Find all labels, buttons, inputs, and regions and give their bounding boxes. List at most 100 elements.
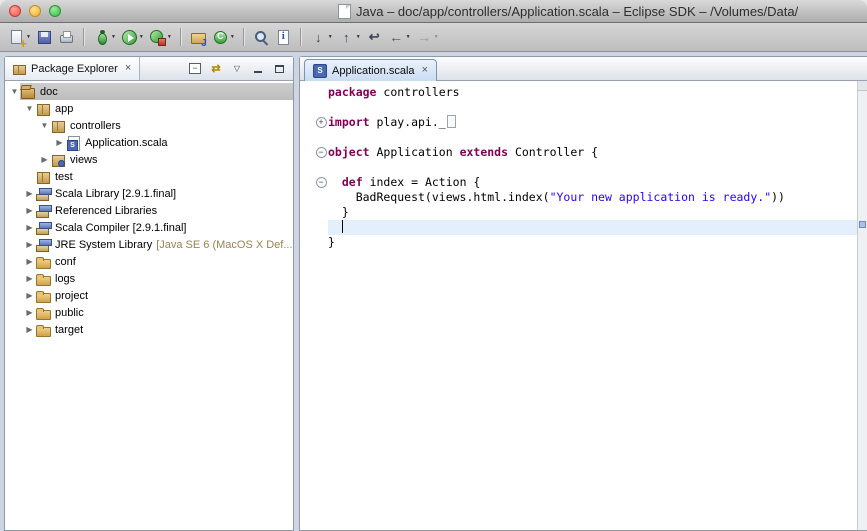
expand-arrow-icon[interactable]: ▶: [24, 240, 35, 249]
tree-item-content: doc: [20, 83, 293, 100]
close-view-icon[interactable]: ×: [125, 63, 131, 74]
back-button[interactable]: ▼: [386, 26, 413, 48]
fold-expand-icon[interactable]: +: [316, 117, 327, 128]
tree-item-test[interactable]: test: [5, 168, 293, 185]
collapse-arrow-icon[interactable]: ▼: [9, 87, 20, 96]
code-line[interactable]: object Application extends Controller {: [328, 145, 857, 160]
tree-item-project[interactable]: ▶project: [5, 287, 293, 304]
dropdown-arrow-icon[interactable]: ▼: [356, 34, 361, 40]
expand-arrow-icon[interactable]: ▶: [24, 291, 35, 300]
maximize-button[interactable]: [272, 62, 286, 76]
tree-item-jre-system-library[interactable]: ▶JRE System Library [Java SE 6 (MacOS X …: [5, 236, 293, 253]
back-icon: [388, 29, 405, 46]
dropdown-arrow-icon[interactable]: ▼: [111, 34, 116, 40]
close-tab-icon[interactable]: ×: [422, 65, 428, 76]
titlebar[interactable]: Java – doc/app/controllers/Application.s…: [0, 0, 867, 23]
expand-arrow-icon[interactable]: ▶: [24, 257, 35, 266]
code-line[interactable]: import play.api._: [328, 115, 857, 130]
views-icon: [50, 152, 66, 168]
info-button[interactable]: [273, 26, 294, 48]
last-edit-location-button[interactable]: [364, 26, 385, 48]
tree-item-controllers[interactable]: ▼controllers: [5, 117, 293, 134]
dropdown-arrow-icon[interactable]: ▼: [434, 34, 439, 40]
code-line[interactable]: package controllers: [328, 85, 857, 100]
expand-arrow-icon[interactable]: ▶: [24, 274, 35, 283]
expand-arrow-icon[interactable]: ▶: [54, 138, 65, 147]
annotation-ruler[interactable]: [300, 81, 314, 530]
last-edit-location-icon: [366, 29, 383, 46]
collapse-all-button[interactable]: [188, 62, 202, 76]
dropdown-arrow-icon[interactable]: ▼: [167, 34, 172, 40]
code-token: play.api._: [370, 115, 446, 129]
tree-item-content: public: [35, 304, 293, 321]
dropdown-arrow-icon[interactable]: ▼: [328, 34, 333, 40]
new-java-class-button[interactable]: ▼: [210, 26, 237, 48]
expand-arrow-icon[interactable]: ▶: [39, 155, 50, 164]
tree-item-logs[interactable]: ▶logs: [5, 270, 293, 287]
expand-arrow-icon[interactable]: ▶: [24, 223, 35, 232]
tree-item-scala-compiler-2-9-1-final[interactable]: ▶Scala Compiler [2.9.1.final]: [5, 219, 293, 236]
editor-tab-application-scala[interactable]: Application.scala ×: [304, 59, 437, 81]
debug-button[interactable]: ▼: [91, 26, 118, 48]
editor-tab-label: Application.scala: [332, 65, 415, 77]
overview-ruler[interactable]: [857, 81, 867, 530]
code-token: )): [771, 190, 785, 204]
package-explorer-tree[interactable]: ▼doc▼app▼controllers▶Application.scala▶v…: [5, 81, 293, 530]
code-line[interactable]: [328, 130, 857, 145]
code-token: object: [328, 145, 370, 159]
expand-arrow-icon[interactable]: ▶: [24, 189, 35, 198]
collapse-arrow-icon[interactable]: ▼: [39, 121, 50, 130]
code-line[interactable]: }: [328, 235, 857, 250]
code-line[interactable]: [328, 160, 857, 175]
minimize-button[interactable]: [251, 62, 265, 76]
new-java-project-button[interactable]: [188, 26, 209, 48]
expand-arrow-icon[interactable]: ▶: [24, 206, 35, 215]
minimize-window-button[interactable]: [29, 5, 41, 17]
tree-item-doc[interactable]: ▼doc: [5, 83, 293, 100]
fold-collapse-icon[interactable]: −: [316, 147, 327, 158]
tree-item-views[interactable]: ▶views: [5, 151, 293, 168]
code-line[interactable]: }: [328, 205, 857, 220]
expand-arrow-icon[interactable]: ▶: [24, 325, 35, 334]
code-line[interactable]: [328, 100, 857, 115]
fold-cell[interactable]: −: [314, 175, 328, 190]
forward-icon: [416, 29, 433, 46]
expand-arrow-icon[interactable]: ▶: [24, 308, 35, 317]
code-line[interactable]: BadRequest(views.html.index("Your new ap…: [328, 190, 857, 205]
collapse-arrow-icon[interactable]: ▼: [24, 104, 35, 113]
tree-item-public[interactable]: ▶public: [5, 304, 293, 321]
previous-annotation-button[interactable]: ▼: [336, 26, 363, 48]
view-menu-button[interactable]: [230, 62, 244, 76]
tree-item-app[interactable]: ▼app: [5, 100, 293, 117]
package-explorer-tab[interactable]: Package Explorer ×: [5, 57, 140, 80]
print-button[interactable]: [56, 26, 77, 48]
tree-item-scala-library-2-9-1-final[interactable]: ▶Scala Library [2.9.1.final]: [5, 185, 293, 202]
toolbar-separator: [180, 28, 182, 46]
code-line[interactable]: def index = Action {: [328, 175, 857, 190]
fold-cell[interactable]: −: [314, 145, 328, 160]
dropdown-arrow-icon[interactable]: ▼: [139, 34, 144, 40]
fold-cell[interactable]: +: [314, 115, 328, 130]
forward-button[interactable]: ▼: [414, 26, 441, 48]
tree-item-conf[interactable]: ▶conf: [5, 253, 293, 270]
tree-item-application-scala[interactable]: ▶Application.scala: [5, 134, 293, 151]
external-tools-button[interactable]: ▼: [147, 26, 174, 48]
overview-ruler-marker[interactable]: [859, 221, 866, 228]
search-button[interactable]: [251, 26, 272, 48]
save-button[interactable]: [34, 26, 55, 48]
code-area[interactable]: package controllers import play.api._obje…: [328, 81, 857, 530]
close-window-button[interactable]: [9, 5, 21, 17]
current-line[interactable]: [328, 220, 857, 235]
new-wizard-button[interactable]: ▼: [6, 26, 33, 48]
zoom-window-button[interactable]: [49, 5, 61, 17]
fold-collapse-icon[interactable]: −: [316, 177, 327, 188]
link-with-editor-button[interactable]: [209, 62, 223, 76]
dropdown-arrow-icon[interactable]: ▼: [406, 34, 411, 40]
tree-item-target[interactable]: ▶target: [5, 321, 293, 338]
next-annotation-button[interactable]: ▼: [308, 26, 335, 48]
window-title-text: Java – doc/app/controllers/Application.s…: [356, 4, 798, 19]
new-java-class-icon: [212, 29, 229, 46]
run-button[interactable]: ▼: [119, 26, 146, 48]
dropdown-arrow-icon[interactable]: ▼: [230, 34, 235, 40]
tree-item-referenced-libraries[interactable]: ▶Referenced Libraries: [5, 202, 293, 219]
